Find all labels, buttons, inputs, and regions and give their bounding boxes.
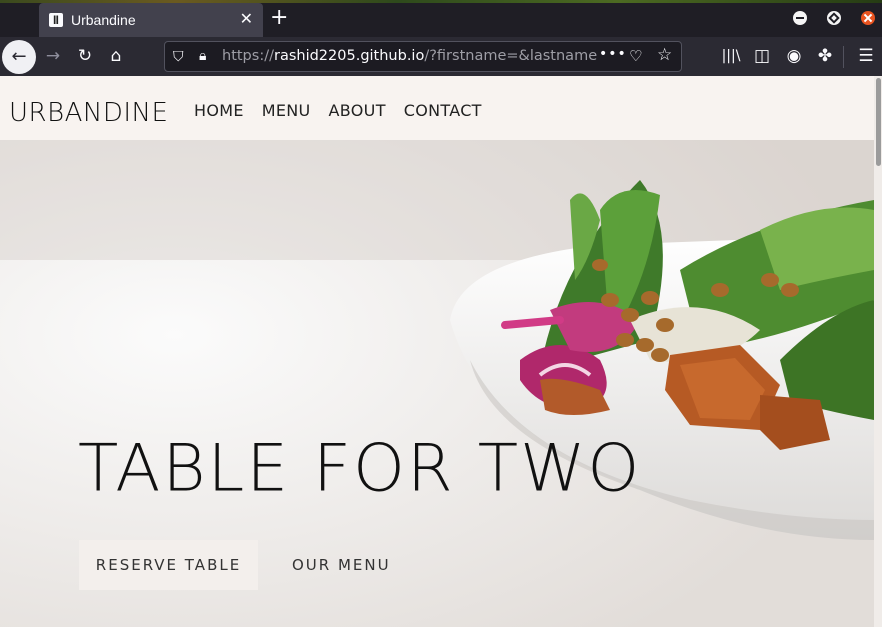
site-logo[interactable]: URBANDINE: [9, 98, 168, 128]
shield-icon[interactable]: ⛉: [173, 49, 184, 65]
hamburger-menu-icon[interactable]: ☰: [855, 45, 877, 67]
toolbar-divider: [843, 46, 844, 68]
nav-contact[interactable]: CONTACT: [404, 101, 482, 120]
reserve-table-button[interactable]: RESERVE TABLE: [79, 540, 258, 590]
forward-button[interactable]: →: [42, 45, 64, 67]
reload-button[interactable]: ↻: [74, 45, 96, 67]
site-header: URBANDINE HOME MENU ABOUT CONTACT: [0, 76, 874, 140]
sidebar-icon[interactable]: ◫: [751, 45, 773, 67]
page-actions-icon[interactable]: •••: [599, 46, 627, 62]
address-bar[interactable]: ⛉ 🔒︎ https://rashid2205.github.io/?first…: [164, 41, 682, 72]
hero-section: TABLE FOR TWO RESERVE TABLE OUR MENU: [0, 140, 874, 627]
page-scrollbar[interactable]: [874, 76, 882, 627]
browser-tab-strip: ǁ Urbandine ✕ +: [0, 0, 882, 37]
minimize-window-button[interactable]: [793, 11, 807, 25]
fork-knife-icon: ǁ: [49, 13, 63, 27]
close-icon[interactable]: ✕: [240, 11, 253, 27]
url-host: rashid2205.github.io: [273, 48, 425, 64]
close-window-button[interactable]: [861, 11, 875, 25]
lock-icon[interactable]: 🔒︎: [199, 48, 206, 64]
browser-toolbar: ← → ↻ ⌂ ⛉ 🔒︎ https://rashid2205.github.i…: [0, 37, 882, 76]
scrollbar-thumb[interactable]: [876, 78, 881, 166]
nav-home[interactable]: HOME: [194, 101, 244, 120]
home-button[interactable]: ⌂: [105, 45, 127, 67]
url-rest: /?firstname=&lastname=&: [424, 48, 597, 64]
browser-tab[interactable]: ǁ Urbandine ✕: [39, 3, 263, 37]
extension-icon[interactable]: ✤: [814, 45, 836, 67]
hero-title: TABLE FOR TWO: [78, 430, 642, 507]
bookmark-star-icon[interactable]: ☆: [657, 45, 672, 65]
library-icon[interactable]: |||\: [720, 45, 742, 67]
maximize-window-button[interactable]: [827, 11, 841, 25]
back-button[interactable]: ←: [2, 40, 36, 74]
tab-title: Urbandine: [71, 12, 136, 28]
account-icon[interactable]: ◉: [783, 45, 805, 67]
page-viewport: URBANDINE HOME MENU ABOUT CONTACT TABLE …: [0, 76, 874, 627]
new-tab-button[interactable]: +: [270, 7, 288, 29]
our-menu-button[interactable]: OUR MENU: [292, 540, 391, 590]
site-nav: HOME MENU ABOUT CONTACT: [194, 101, 482, 120]
pocket-icon[interactable]: ♡: [629, 47, 642, 65]
nav-menu[interactable]: MENU: [262, 101, 311, 120]
url-prefix: https://: [222, 48, 274, 64]
nav-about[interactable]: ABOUT: [329, 101, 386, 120]
url-text[interactable]: https://rashid2205.github.io/?firstname=…: [222, 48, 597, 64]
